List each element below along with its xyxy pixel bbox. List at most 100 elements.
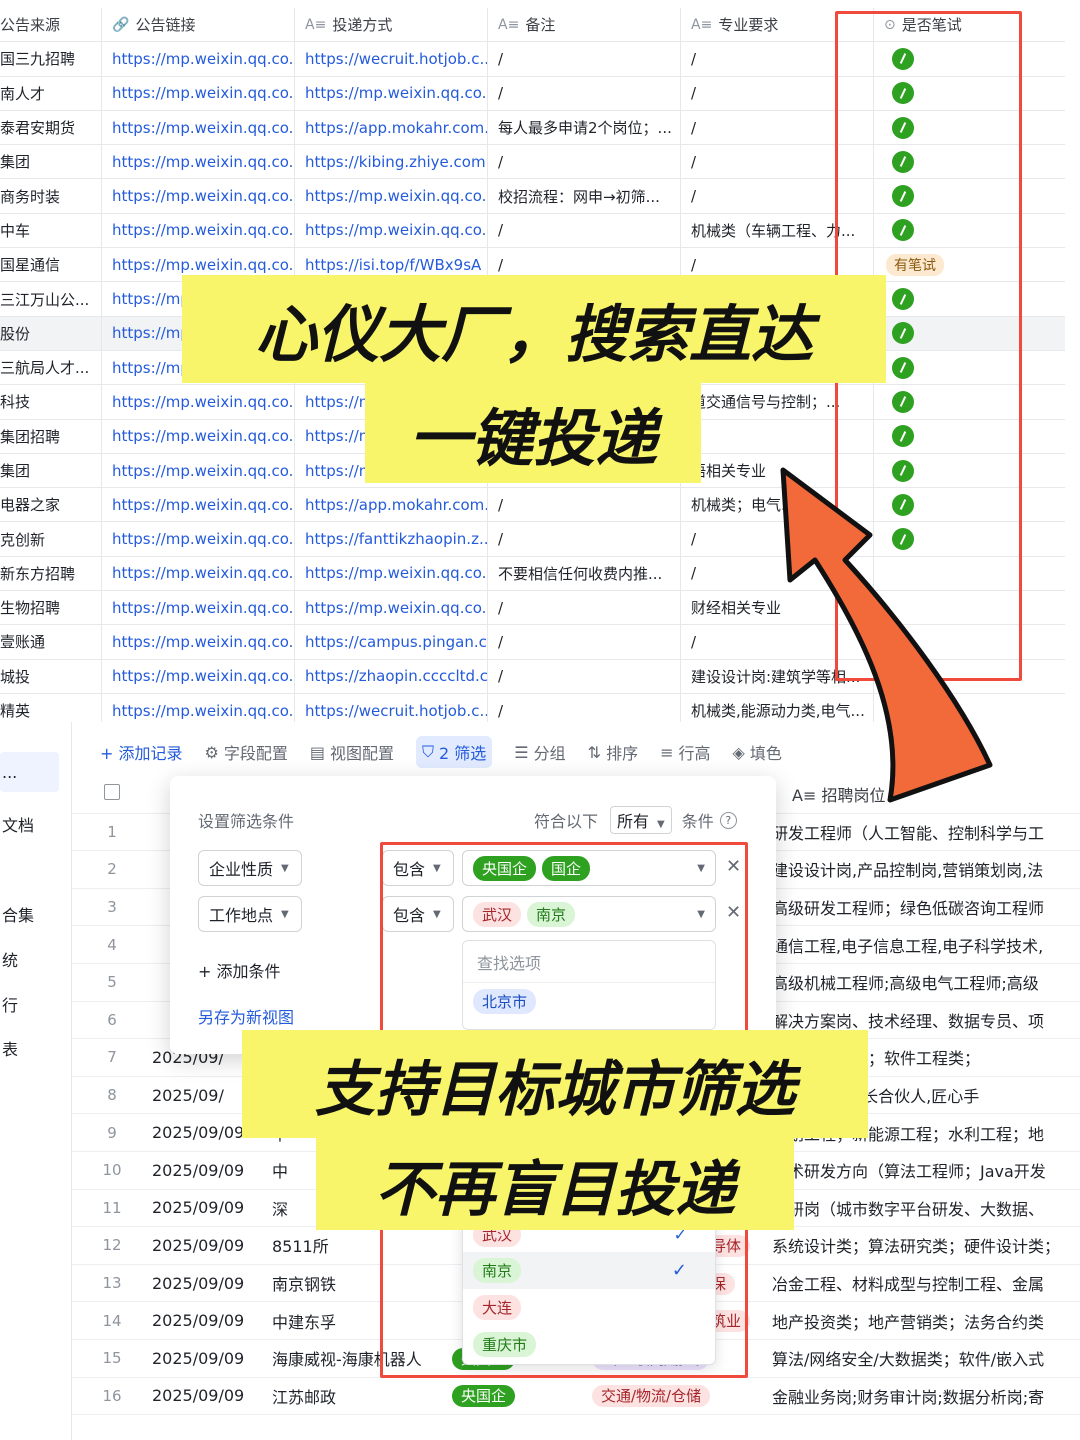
- cell-date[interactable]: 2025/09/09: [152, 1198, 272, 1217]
- cell-date[interactable]: 2025/09/09: [152, 1161, 272, 1180]
- cell-source[interactable]: 新东方招聘: [0, 556, 102, 591]
- cell-link[interactable]: https://mp.weixin.qq.co...: [102, 110, 295, 145]
- sidebar-item[interactable]: 行: [0, 981, 71, 1026]
- cell-date[interactable]: 2025/09/09: [152, 1349, 272, 1368]
- fill-color-button[interactable]: ◈ 填色: [733, 740, 782, 764]
- cell-method[interactable]: https://mp.weixin.qq.co...: [295, 591, 488, 625]
- cell-method[interactable]: https://app.mokahr.com...: [295, 488, 488, 522]
- cell-method[interactable]: https://zhaopin.ccccltd.c...: [295, 659, 488, 693]
- cell-method[interactable]: https://campus.pingan.c...: [295, 625, 488, 659]
- view-config-button[interactable]: ▤ 视图配置: [310, 740, 394, 764]
- cell-note[interactable]: /: [488, 145, 681, 179]
- cell-source[interactable]: 泰君安期货: [0, 110, 102, 145]
- header-method[interactable]: A≡ 投递方式: [295, 8, 488, 42]
- save-as-view-link[interactable]: 另存为新视图: [198, 1004, 294, 1028]
- cell-note[interactable]: 校招流程：网申→初筛...: [488, 179, 681, 213]
- cell-link[interactable]: https://mp.weixin.qq.co...: [102, 453, 295, 488]
- cell-link[interactable]: https://mp.weixin.qq.co...: [102, 145, 295, 179]
- cell-position[interactable]: 通信工程,电子信息工程,电子科学技术,: [772, 933, 1080, 957]
- cell-link[interactable]: https://mp.weixin.qq.co...: [102, 556, 295, 591]
- cell-position[interactable]: 技术研发方向（算法工程师；Java开发: [772, 1158, 1080, 1182]
- cell-source[interactable]: 中车: [0, 213, 102, 248]
- row-number[interactable]: 14: [72, 1312, 152, 1330]
- row-number[interactable]: 3: [72, 898, 152, 916]
- select-all-checkbox[interactable]: [72, 784, 152, 804]
- field-config-button[interactable]: ⚙ 字段配置: [205, 740, 288, 764]
- row-number[interactable]: 6: [72, 1011, 152, 1029]
- add-record-button[interactable]: + 添加记录: [100, 740, 183, 764]
- header-link[interactable]: 🔗 公告链接: [102, 8, 295, 42]
- sidebar-item[interactable]: 文档: [0, 802, 71, 847]
- cell-source[interactable]: 克创新: [0, 522, 102, 556]
- cell-method[interactable]: https://mp.weixin.qq.co...: [295, 76, 488, 110]
- cell-position[interactable]: 高级研发工程师；绿色低碳咨询工程师: [772, 895, 1080, 919]
- cell-industry[interactable]: 交通/物流/仓储: [592, 1385, 772, 1408]
- cell-source[interactable]: 城投: [0, 659, 102, 693]
- match-select[interactable]: 所有 ▼: [610, 806, 672, 834]
- cell-note[interactable]: /: [488, 42, 681, 76]
- cell-note[interactable]: /: [488, 591, 681, 625]
- header-position[interactable]: A≡ 招聘岗位: [792, 782, 1080, 806]
- cell-date[interactable]: 2025/09/09: [152, 1311, 272, 1330]
- cell-position[interactable]: 建设设计岗,产品控制岗,营销策划岗,法: [772, 857, 1080, 881]
- cell-link[interactable]: https://mp.weixin.qq.co...: [102, 659, 295, 693]
- cell-method[interactable]: https://kibing.zhiye.com...: [295, 145, 488, 179]
- row-number[interactable]: 12: [72, 1236, 152, 1254]
- cell-position[interactable]: 科研岗（城市数字平台研发、大数据、: [772, 1196, 1080, 1220]
- cell-note[interactable]: /: [488, 488, 681, 522]
- row-number[interactable]: 16: [72, 1387, 152, 1405]
- row-number[interactable]: 5: [72, 973, 152, 991]
- cond1-field-select[interactable]: 企业性质 ▼: [198, 850, 302, 886]
- cell-method[interactable]: https://wecruit.hotjob.c...: [295, 42, 488, 76]
- cell-method[interactable]: https://mp.weixin.qq.co...: [295, 213, 488, 248]
- cell-source[interactable]: 集团: [0, 145, 102, 179]
- cell-source[interactable]: 集团: [0, 453, 102, 488]
- cell-position[interactable]: 研发工程师（人工智能、控制科学与工: [772, 820, 1080, 844]
- cell-position[interactable]: 冶金工程、材料成型与控制工程、金属: [772, 1271, 1080, 1295]
- cell-link[interactable]: https://mp.weixin.qq.co...: [102, 385, 295, 419]
- sort-button[interactable]: ⇅ 排序: [588, 740, 638, 764]
- cell-link[interactable]: https://mp.weixin.qq.co...: [102, 522, 295, 556]
- cell-link[interactable]: https://mp.weixin.qq.co...: [102, 625, 295, 659]
- cell-link[interactable]: https://mp.weixin.qq.co...: [102, 213, 295, 248]
- cell-note[interactable]: 不要相信任何收费内推...: [488, 556, 681, 591]
- row-number[interactable]: 4: [72, 936, 152, 954]
- cell-company[interactable]: 江苏邮政: [272, 1384, 452, 1408]
- row-number[interactable]: 13: [72, 1274, 152, 1292]
- cell-note[interactable]: /: [488, 213, 681, 248]
- header-source[interactable]: 公告来源: [0, 8, 102, 42]
- cell-source[interactable]: 集团招聘: [0, 419, 102, 453]
- cell-source[interactable]: 国三九招聘: [0, 42, 102, 76]
- cell-note[interactable]: 每人最多申请2个岗位；...: [488, 110, 681, 145]
- sidebar-item[interactable]: ...: [0, 752, 59, 792]
- sidebar-item[interactable]: 合集: [0, 892, 71, 937]
- cell-source[interactable]: 股份: [0, 316, 102, 350]
- row-height-button[interactable]: ≡ 行高: [660, 740, 710, 764]
- cell-date[interactable]: 2025/09/09: [152, 1236, 272, 1255]
- cell-source[interactable]: 生物招聘: [0, 591, 102, 625]
- cell-link[interactable]: https://mp.weixin.qq.co...: [102, 76, 295, 110]
- cell-nature[interactable]: 央国企: [452, 1385, 592, 1408]
- cell-link[interactable]: https://mp.weixin.qq.co...: [102, 591, 295, 625]
- add-condition-button[interactable]: + 添加条件: [198, 958, 281, 982]
- table-row[interactable]: 16 2025/09/09 江苏邮政 央国企 交通/物流/仓储 金融业务岗;财务审计岗;数…: [72, 1378, 1080, 1416]
- sidebar-item[interactable]: [0, 847, 71, 892]
- row-number[interactable]: 1: [72, 823, 152, 841]
- row-number[interactable]: 10: [72, 1161, 152, 1179]
- sidebar-item[interactable]: 统: [0, 936, 71, 981]
- row-number[interactable]: 11: [72, 1199, 152, 1217]
- cell-note[interactable]: /: [488, 659, 681, 693]
- cell-position[interactable]: 地产投资类；地产营销类；法务合约类: [772, 1309, 1080, 1333]
- cell-note[interactable]: /: [488, 522, 681, 556]
- cell-method[interactable]: https://mp.weixin.qq.co...: [295, 179, 488, 213]
- cell-source[interactable]: 商务时装: [0, 179, 102, 213]
- row-number[interactable]: 7: [72, 1048, 152, 1066]
- cell-link[interactable]: https://mp.weixin.qq.co...: [102, 179, 295, 213]
- row-number[interactable]: 15: [72, 1349, 152, 1367]
- cell-source[interactable]: 三江万山公...: [0, 282, 102, 316]
- cell-position[interactable]: 高级机械工程师;高级电气工程师;高级: [772, 970, 1080, 994]
- cell-method[interactable]: https://fanttikzhaopin.z...: [295, 522, 488, 556]
- cell-link[interactable]: https://mp.weixin.qq.co...: [102, 419, 295, 453]
- row-number[interactable]: 2: [72, 860, 152, 878]
- filter-button[interactable]: ⛉ 2 筛选: [416, 736, 493, 768]
